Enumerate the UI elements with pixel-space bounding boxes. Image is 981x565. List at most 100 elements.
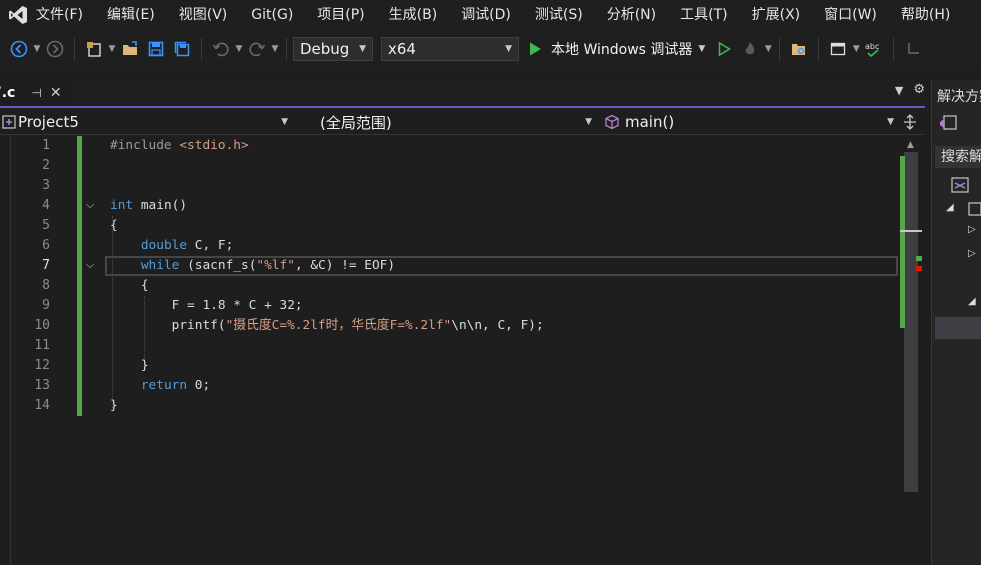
- menu-debug[interactable]: 调试(D): [449, 0, 523, 30]
- solution-explorer-title: 解决方案: [937, 89, 981, 105]
- collapse-chevron-icon[interactable]: ⌵: [86, 258, 94, 272]
- code-editor[interactable]: 1 2 3 4 5 6 7 8 9 10 11 12 13 14 ⌵ ⌵ #include <stdio.…: [0, 136, 925, 565]
- code-line[interactable]: [110, 156, 544, 176]
- menu-build[interactable]: 生成(B): [377, 0, 450, 30]
- scrollbar-change-marker: [900, 156, 905, 328]
- menu-analyze[interactable]: 分析(N): [595, 0, 668, 30]
- tab-7c[interactable]: 7.c ⊣ ✕: [0, 80, 72, 106]
- solution-platform-dropdown[interactable]: x64 ▼: [381, 37, 519, 61]
- hot-reload-dropdown-icon[interactable]: ▼: [763, 44, 773, 54]
- redo-icon[interactable]: [246, 38, 268, 60]
- line-number: 2: [42, 158, 50, 173]
- tree-expand-icon[interactable]: ◢: [968, 296, 976, 307]
- code-line[interactable]: [110, 176, 544, 196]
- tree-expand-icon[interactable]: ◢: [946, 202, 954, 213]
- collapse-chevron-icon[interactable]: ⌵: [86, 198, 94, 212]
- scrollbar-thumb[interactable]: [904, 152, 918, 492]
- redo-dropdown-icon[interactable]: ▼: [270, 44, 280, 54]
- undo-icon[interactable]: [210, 38, 232, 60]
- menu-window[interactable]: 窗口(W): [812, 0, 889, 30]
- code-line[interactable]: }: [110, 396, 544, 416]
- close-icon[interactable]: ✕: [50, 85, 62, 101]
- code-line[interactable]: [110, 336, 544, 356]
- undo-dropdown-icon[interactable]: ▼: [234, 44, 244, 54]
- menu-test[interactable]: 测试(S): [523, 0, 595, 30]
- code-line[interactable]: double C, F;: [110, 236, 544, 256]
- layout-dropdown-icon[interactable]: ▼: [851, 44, 861, 54]
- scroll-up-arrow-icon[interactable]: ▲: [907, 140, 914, 150]
- menu-project[interactable]: 项目(P): [305, 0, 376, 30]
- change-tracking-bar: [77, 136, 82, 416]
- solution-explorer-selected-row[interactable]: [935, 317, 981, 339]
- code-token: <stdio.h>: [179, 138, 249, 153]
- scope-value: (全局范围): [320, 113, 392, 132]
- vertical-scrollbar[interactable]: ▲: [898, 136, 925, 565]
- project-node-icon[interactable]: [968, 202, 981, 220]
- menu-view[interactable]: 视图(V): [167, 0, 240, 30]
- split-window-icon[interactable]: [902, 110, 922, 134]
- vs-solution-icon[interactable]: [938, 114, 960, 132]
- toolbar-overflow-icon[interactable]: [902, 38, 924, 60]
- new-project-dropdown-icon[interactable]: ▼: [107, 44, 117, 54]
- code-line[interactable]: #include <stdio.h>: [110, 136, 544, 156]
- code-token: return: [140, 378, 188, 393]
- navigate-back-icon[interactable]: [8, 38, 30, 60]
- tree-collapsed-icon[interactable]: ▷: [968, 248, 976, 259]
- code-line[interactable]: while (sacnf_s("%lf", &C) != EOF): [110, 256, 544, 276]
- code-line[interactable]: int main(): [110, 196, 544, 216]
- solution-node-icon[interactable]: [950, 176, 970, 198]
- menu-file[interactable]: 文件(F): [36, 0, 95, 30]
- code-line[interactable]: F = 1.8 * C + 32;: [110, 296, 544, 316]
- hot-reload-icon[interactable]: [739, 38, 761, 60]
- menu-git[interactable]: Git(G): [239, 0, 305, 30]
- project-name: Project5: [18, 113, 79, 131]
- open-file-icon[interactable]: [119, 38, 141, 60]
- find-in-files-icon[interactable]: [788, 38, 810, 60]
- document-tab-strip: 7.c ⊣ ✕ ▼ ⚙: [0, 80, 925, 108]
- pin-icon[interactable]: ⊣: [31, 86, 41, 100]
- solution-configuration-value: Debug: [300, 40, 350, 58]
- code-token: 0;: [187, 378, 211, 393]
- code-line[interactable]: return 0;: [110, 376, 544, 396]
- line-number: 6: [42, 238, 50, 253]
- save-all-icon[interactable]: [171, 38, 193, 60]
- settings-gear-icon[interactable]: ⚙: [913, 82, 925, 97]
- chevron-down-icon: ▼: [359, 44, 366, 54]
- menu-edit[interactable]: 编辑(E): [95, 0, 167, 30]
- toolbar-separator: [74, 38, 75, 60]
- menu-extensions[interactable]: 扩展(X): [740, 0, 813, 30]
- solution-explorer-search-input[interactable]: 搜索解决方案: [935, 146, 981, 168]
- code-token: #include: [110, 138, 180, 153]
- new-project-icon[interactable]: [83, 38, 105, 60]
- code-token: "%lf": [256, 258, 295, 273]
- save-icon[interactable]: [145, 38, 167, 60]
- line-number: 4: [42, 198, 50, 213]
- code-line[interactable]: printf("摄氏度C=%.2lf时，华氏度F=%.2lf"\n\n, C, …: [110, 316, 544, 336]
- solution-configuration-dropdown[interactable]: Debug ▼: [293, 37, 373, 61]
- play-icon: [530, 42, 541, 56]
- visual-studio-logo-icon[interactable]: [0, 0, 36, 30]
- code-line[interactable]: {: [110, 276, 544, 296]
- code-token: (sacnf_s(: [179, 258, 257, 273]
- solution-explorer-toolbar: [938, 114, 960, 136]
- code-token: , &C) != EOF): [294, 258, 396, 273]
- spell-check-icon[interactable]: abc: [863, 38, 885, 60]
- code-line[interactable]: }: [110, 356, 544, 376]
- code-text-area[interactable]: #include <stdio.h> int main() { double C,…: [110, 136, 544, 416]
- line-number-margin: 1 2 3 4 5 6 7 8 9 10 11 12 13 14: [0, 136, 60, 416]
- menu-help[interactable]: 帮助(H): [889, 0, 962, 30]
- code-line[interactable]: {: [110, 216, 544, 236]
- scope-dropdown[interactable]: (全局范围) ▼: [296, 110, 596, 134]
- start-without-debugging-icon[interactable]: [713, 38, 735, 60]
- member-dropdown[interactable]: main() ▼: [600, 110, 898, 134]
- tree-collapsed-icon[interactable]: ▷: [968, 224, 976, 235]
- window-layout-icon[interactable]: [827, 38, 849, 60]
- line-number: 11: [34, 338, 50, 353]
- tab-list-dropdown-icon[interactable]: ▼: [895, 84, 903, 97]
- chevron-down-icon[interactable]: ▼: [698, 44, 705, 54]
- menu-tools[interactable]: 工具(T): [668, 0, 739, 30]
- start-debugging-button[interactable]: 本地 Windows 调试器 ▼: [527, 37, 705, 61]
- navigate-forward-icon[interactable]: [44, 38, 66, 60]
- project-dropdown[interactable]: Project5 ▼: [0, 110, 292, 134]
- navigate-back-dropdown-icon[interactable]: ▼: [32, 44, 42, 54]
